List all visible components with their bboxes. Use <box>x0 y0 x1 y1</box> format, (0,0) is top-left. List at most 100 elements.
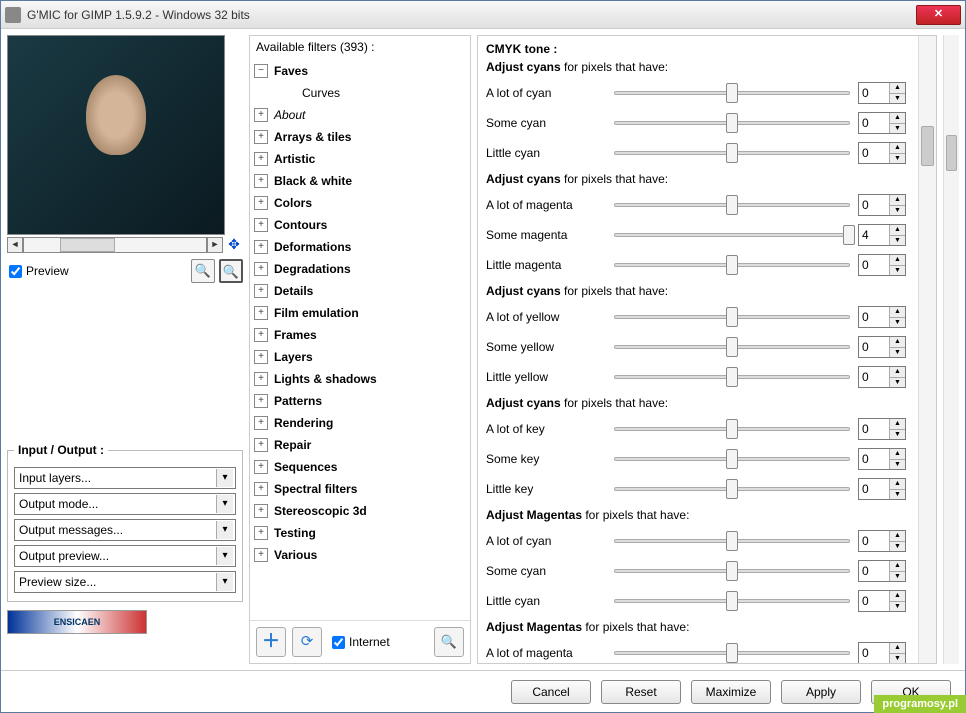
spin-up-icon[interactable]: ▲ <box>890 643 905 654</box>
value-input[interactable] <box>859 307 889 327</box>
value-spinbox[interactable]: ▲▼ <box>858 254 906 276</box>
output-preview-select[interactable]: Output preview... <box>14 545 236 567</box>
expand-icon[interactable] <box>254 438 268 452</box>
slider-thumb[interactable] <box>726 255 738 275</box>
expand-icon[interactable] <box>254 152 268 166</box>
spin-up-icon[interactable]: ▲ <box>890 561 905 572</box>
slider-track[interactable] <box>614 263 850 267</box>
value-input[interactable] <box>859 643 889 663</box>
value-spinbox[interactable]: ▲▼ <box>858 478 906 500</box>
spin-up-icon[interactable]: ▲ <box>890 195 905 206</box>
spin-up-icon[interactable]: ▲ <box>890 479 905 490</box>
tree-item-contours[interactable]: Contours <box>254 214 466 236</box>
window-vscroll[interactable] <box>943 35 959 664</box>
tree-item-curves[interactable]: Curves <box>254 82 466 104</box>
filter-tree[interactable]: FavesCurvesAboutArrays & tilesArtisticBl… <box>250 58 470 620</box>
slider-thumb[interactable] <box>726 643 738 663</box>
value-spinbox[interactable]: ▲▼ <box>858 142 906 164</box>
slider-track[interactable] <box>614 203 850 207</box>
tree-item-spectral-filters[interactable]: Spectral filters <box>254 478 466 500</box>
expand-icon[interactable] <box>254 108 268 122</box>
close-button[interactable]: ✕ <box>916 5 961 25</box>
zoom-out-button[interactable]: 🔍 <box>191 259 215 283</box>
value-spinbox[interactable]: ▲▼ <box>858 336 906 358</box>
slider-track[interactable] <box>614 151 850 155</box>
spin-up-icon[interactable]: ▲ <box>890 225 905 236</box>
slider-track[interactable] <box>614 427 850 431</box>
tree-item-arrays-tiles[interactable]: Arrays & tiles <box>254 126 466 148</box>
add-fave-button[interactable]: ＋ <box>256 627 286 657</box>
slider-track[interactable] <box>614 121 850 125</box>
spin-down-icon[interactable]: ▼ <box>890 542 905 552</box>
expand-icon[interactable] <box>254 416 268 430</box>
expand-icon[interactable] <box>254 394 268 408</box>
spin-down-icon[interactable]: ▼ <box>890 318 905 328</box>
value-input[interactable] <box>859 143 889 163</box>
slider-thumb[interactable] <box>726 307 738 327</box>
apply-button[interactable]: Apply <box>781 680 861 704</box>
value-input[interactable] <box>859 561 889 581</box>
titlebar[interactable]: G'MIC for GIMP 1.5.9.2 - Windows 32 bits… <box>1 1 965 29</box>
slider-track[interactable] <box>614 345 850 349</box>
spin-up-icon[interactable]: ▲ <box>890 307 905 318</box>
value-spinbox[interactable]: ▲▼ <box>858 224 906 246</box>
spin-down-icon[interactable]: ▼ <box>890 378 905 388</box>
preview-image[interactable] <box>7 35 225 235</box>
preview-size-select[interactable]: Preview size... <box>14 571 236 593</box>
scroll-thumb[interactable] <box>60 238 115 252</box>
value-input[interactable] <box>859 225 889 245</box>
expand-icon[interactable] <box>254 196 268 210</box>
tree-item-artistic[interactable]: Artistic <box>254 148 466 170</box>
tree-item-rendering[interactable]: Rendering <box>254 412 466 434</box>
slider-thumb[interactable] <box>726 113 738 133</box>
scroll-track[interactable] <box>23 237 207 253</box>
value-input[interactable] <box>859 591 889 611</box>
spin-up-icon[interactable]: ▲ <box>890 449 905 460</box>
expand-icon[interactable] <box>254 482 268 496</box>
collapse-icon[interactable] <box>254 64 268 78</box>
slider-track[interactable] <box>614 651 850 655</box>
move-icon[interactable]: ✥ <box>225 236 243 254</box>
value-spinbox[interactable]: ▲▼ <box>858 590 906 612</box>
spin-up-icon[interactable]: ▲ <box>890 83 905 94</box>
tree-item-black-white[interactable]: Black & white <box>254 170 466 192</box>
spin-down-icon[interactable]: ▼ <box>890 206 905 216</box>
params-scroll[interactable]: CMYK tone :Adjust cyans for pixels that … <box>478 36 918 663</box>
expand-icon[interactable] <box>254 306 268 320</box>
value-input[interactable] <box>859 479 889 499</box>
slider-thumb[interactable] <box>843 225 855 245</box>
tree-item-colors[interactable]: Colors <box>254 192 466 214</box>
spin-down-icon[interactable]: ▼ <box>890 94 905 104</box>
input-layers-select[interactable]: Input layers... <box>14 467 236 489</box>
value-input[interactable] <box>859 449 889 469</box>
slider-thumb[interactable] <box>726 591 738 611</box>
internet-checkbox-row[interactable]: Internet <box>332 635 390 649</box>
value-spinbox[interactable]: ▲▼ <box>858 418 906 440</box>
value-input[interactable] <box>859 419 889 439</box>
value-spinbox[interactable]: ▲▼ <box>858 448 906 470</box>
window-vscroll-thumb[interactable] <box>946 135 957 171</box>
tree-item-repair[interactable]: Repair <box>254 434 466 456</box>
slider-track[interactable] <box>614 375 850 379</box>
spin-down-icon[interactable]: ▼ <box>890 572 905 582</box>
spin-up-icon[interactable]: ▲ <box>890 255 905 266</box>
tree-item-sequences[interactable]: Sequences <box>254 456 466 478</box>
spin-down-icon[interactable]: ▼ <box>890 154 905 164</box>
zoom-in-button[interactable]: 🔍 <box>219 259 243 283</box>
slider-track[interactable] <box>614 91 850 95</box>
value-input[interactable] <box>859 531 889 551</box>
slider-thumb[interactable] <box>726 561 738 581</box>
expand-icon[interactable] <box>254 328 268 342</box>
expand-icon[interactable] <box>254 460 268 474</box>
tree-item-about[interactable]: About <box>254 104 466 126</box>
spin-up-icon[interactable]: ▲ <box>890 337 905 348</box>
slider-thumb[interactable] <box>726 531 738 551</box>
tree-item-testing[interactable]: Testing <box>254 522 466 544</box>
spin-down-icon[interactable]: ▼ <box>890 124 905 134</box>
value-spinbox[interactable]: ▲▼ <box>858 306 906 328</box>
slider-track[interactable] <box>614 315 850 319</box>
expand-icon[interactable] <box>254 350 268 364</box>
spin-up-icon[interactable]: ▲ <box>890 113 905 124</box>
tree-item-layers[interactable]: Layers <box>254 346 466 368</box>
value-spinbox[interactable]: ▲▼ <box>858 642 906 663</box>
